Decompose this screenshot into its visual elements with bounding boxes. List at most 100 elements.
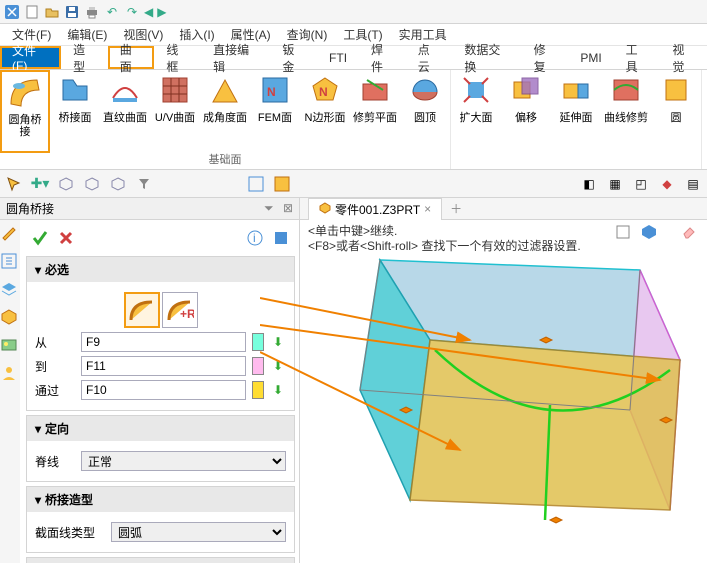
tab-sheet[interactable]: 钣金 [270, 46, 317, 69]
cancel-button[interactable] [54, 226, 78, 250]
rbtn-more[interactable]: 圆 [651, 70, 701, 153]
tab-cloud[interactable]: 点云 [406, 46, 453, 69]
nside-icon: N [309, 74, 341, 106]
svg-text:N: N [319, 85, 328, 99]
menu-bar: 文件(F) 编辑(E) 视图(V) 插入(I) 属性(A) 查询(N) 工具(T… [0, 24, 707, 46]
tb-ic1[interactable]: ◧ [579, 174, 599, 194]
rbtn-angle[interactable]: 成角度面 [200, 70, 250, 153]
hex1-icon[interactable] [56, 174, 76, 194]
part-icon [319, 202, 331, 217]
mode-1[interactable] [124, 292, 160, 328]
undo-icon[interactable]: ↶ [104, 4, 120, 20]
through-color [252, 381, 264, 399]
nav-fwd-icon[interactable]: ▶ [157, 5, 166, 19]
rbtn-fillet-bridge[interactable]: 圆角桥接 [0, 70, 50, 153]
rbtn-enlarge[interactable]: 扩大面 [451, 70, 501, 153]
side-user-icon[interactable] [0, 364, 20, 384]
side-sketch-icon[interactable] [0, 224, 20, 244]
sectype-label: 截面线类型 [35, 524, 105, 541]
section-required-header[interactable]: ▾必选 [27, 257, 294, 282]
to-input[interactable] [81, 356, 246, 376]
tab-add-icon[interactable]: ＋ [442, 200, 470, 217]
rbtn-extend[interactable]: 延伸面 [551, 70, 601, 153]
tb-ic4[interactable]: ◆ [657, 174, 677, 194]
section-bridge-header[interactable]: ▾桥接造型 [27, 487, 294, 512]
rbtn-fem[interactable]: N FEM面 [250, 70, 300, 153]
tab-fti[interactable]: FTI [317, 46, 359, 69]
section-sew-header[interactable]: ▾缝合 [27, 558, 294, 563]
viewport[interactable]: 零件001.Z3PRT × ＋ <单击中键>继续. <F8>或者<Shift-r… [300, 198, 707, 563]
cursor-icon[interactable] [4, 174, 24, 194]
side-cube-icon[interactable] [0, 308, 20, 328]
viewport-tab[interactable]: 零件001.Z3PRT × [308, 198, 442, 220]
tab-tools[interactable]: 工具 [614, 46, 661, 69]
rbtn-bridge-face[interactable]: 桥接面 [50, 70, 100, 153]
filter-icon[interactable] [134, 174, 154, 194]
rbtn-dome[interactable]: 圆顶 [400, 70, 450, 153]
view-icon[interactable] [272, 174, 292, 194]
hex2-icon[interactable] [82, 174, 102, 194]
rbtn-nside[interactable]: N N边形面 [300, 70, 350, 153]
tab-direct[interactable]: 直接编辑 [201, 46, 270, 69]
tb-ic3[interactable]: ◰ [631, 174, 651, 194]
rbtn-trim[interactable]: 修剪平面 [350, 70, 400, 153]
spine-select[interactable]: 正常 [81, 451, 286, 471]
tab-repair[interactable]: 修复 [522, 46, 569, 69]
chevron-down-icon: ▾ [35, 493, 41, 507]
from-input[interactable] [81, 332, 246, 352]
side-tree-icon[interactable] [0, 252, 20, 272]
open-icon[interactable] [44, 4, 60, 20]
curvetrim-icon [610, 74, 642, 106]
svg-text:i: i [253, 231, 256, 245]
new-icon[interactable] [24, 4, 40, 20]
tab-shape[interactable]: 造型 [61, 46, 108, 69]
tab-surface[interactable]: 曲面 [108, 46, 155, 69]
tb-ic2[interactable]: ▦ [605, 174, 625, 194]
print-icon[interactable] [84, 4, 100, 20]
through-pick-icon[interactable]: ⬇ [270, 381, 286, 399]
tab-file[interactable]: 文件(F) [0, 46, 61, 69]
tab-close-icon[interactable]: × [424, 202, 431, 216]
tab-wire[interactable]: 线框 [154, 46, 201, 69]
secondary-toolbar: ✚▾ ◧ ▦ ◰ ◆ ▤ [0, 170, 707, 198]
chevron-down-icon: ▾ [35, 263, 41, 277]
mode-2[interactable]: +R [162, 292, 198, 328]
redo-icon[interactable]: ↷ [124, 4, 140, 20]
to-pick-icon[interactable]: ⬇ [270, 357, 286, 375]
extend-icon [560, 74, 592, 106]
angle-icon [209, 74, 241, 106]
tb-ic5[interactable]: ▤ [683, 174, 703, 194]
sectype-select[interactable]: 圆弧 [111, 522, 286, 542]
ok-button[interactable] [28, 226, 52, 250]
scene-3d[interactable] [300, 220, 707, 563]
more-icon [660, 74, 692, 106]
help-icon[interactable] [269, 226, 293, 250]
plus-icon[interactable]: ✚▾ [30, 174, 50, 194]
through-input[interactable] [81, 380, 246, 400]
section-orient-header[interactable]: ▾定向 [27, 416, 294, 441]
ruled-icon [109, 74, 141, 106]
to-label: 到 [35, 358, 75, 375]
save-icon[interactable] [64, 4, 80, 20]
from-label: 从 [35, 334, 75, 351]
side-layer-icon[interactable] [0, 280, 20, 300]
tab-visual[interactable]: 视觉 [660, 46, 707, 69]
tab-pmi[interactable]: PMI [568, 46, 613, 69]
trim-icon [359, 74, 391, 106]
from-pick-icon[interactable]: ⬇ [270, 333, 286, 351]
rbtn-offset[interactable]: 偏移 [501, 70, 551, 153]
info-icon[interactable]: i [243, 226, 267, 250]
zoom-fit-icon[interactable] [246, 174, 266, 194]
panel-close-icon[interactable]: ⊠ [283, 201, 293, 215]
tab-exchange[interactable]: 数据交换 [452, 46, 521, 69]
nav-back-icon[interactable]: ◀ [144, 5, 153, 19]
to-color [252, 357, 264, 375]
rbtn-curvetrim[interactable]: 曲线修剪 [601, 70, 651, 153]
rbtn-uv[interactable]: U/V曲面 [150, 70, 200, 153]
panel-collapse-icon[interactable]: ⏷ [264, 201, 274, 215]
dome-icon [409, 74, 441, 106]
hex3-icon[interactable] [108, 174, 128, 194]
tab-weld[interactable]: 焊件 [359, 46, 406, 69]
side-img-icon[interactable] [0, 336, 20, 356]
rbtn-ruled[interactable]: 直纹曲面 [100, 70, 150, 153]
